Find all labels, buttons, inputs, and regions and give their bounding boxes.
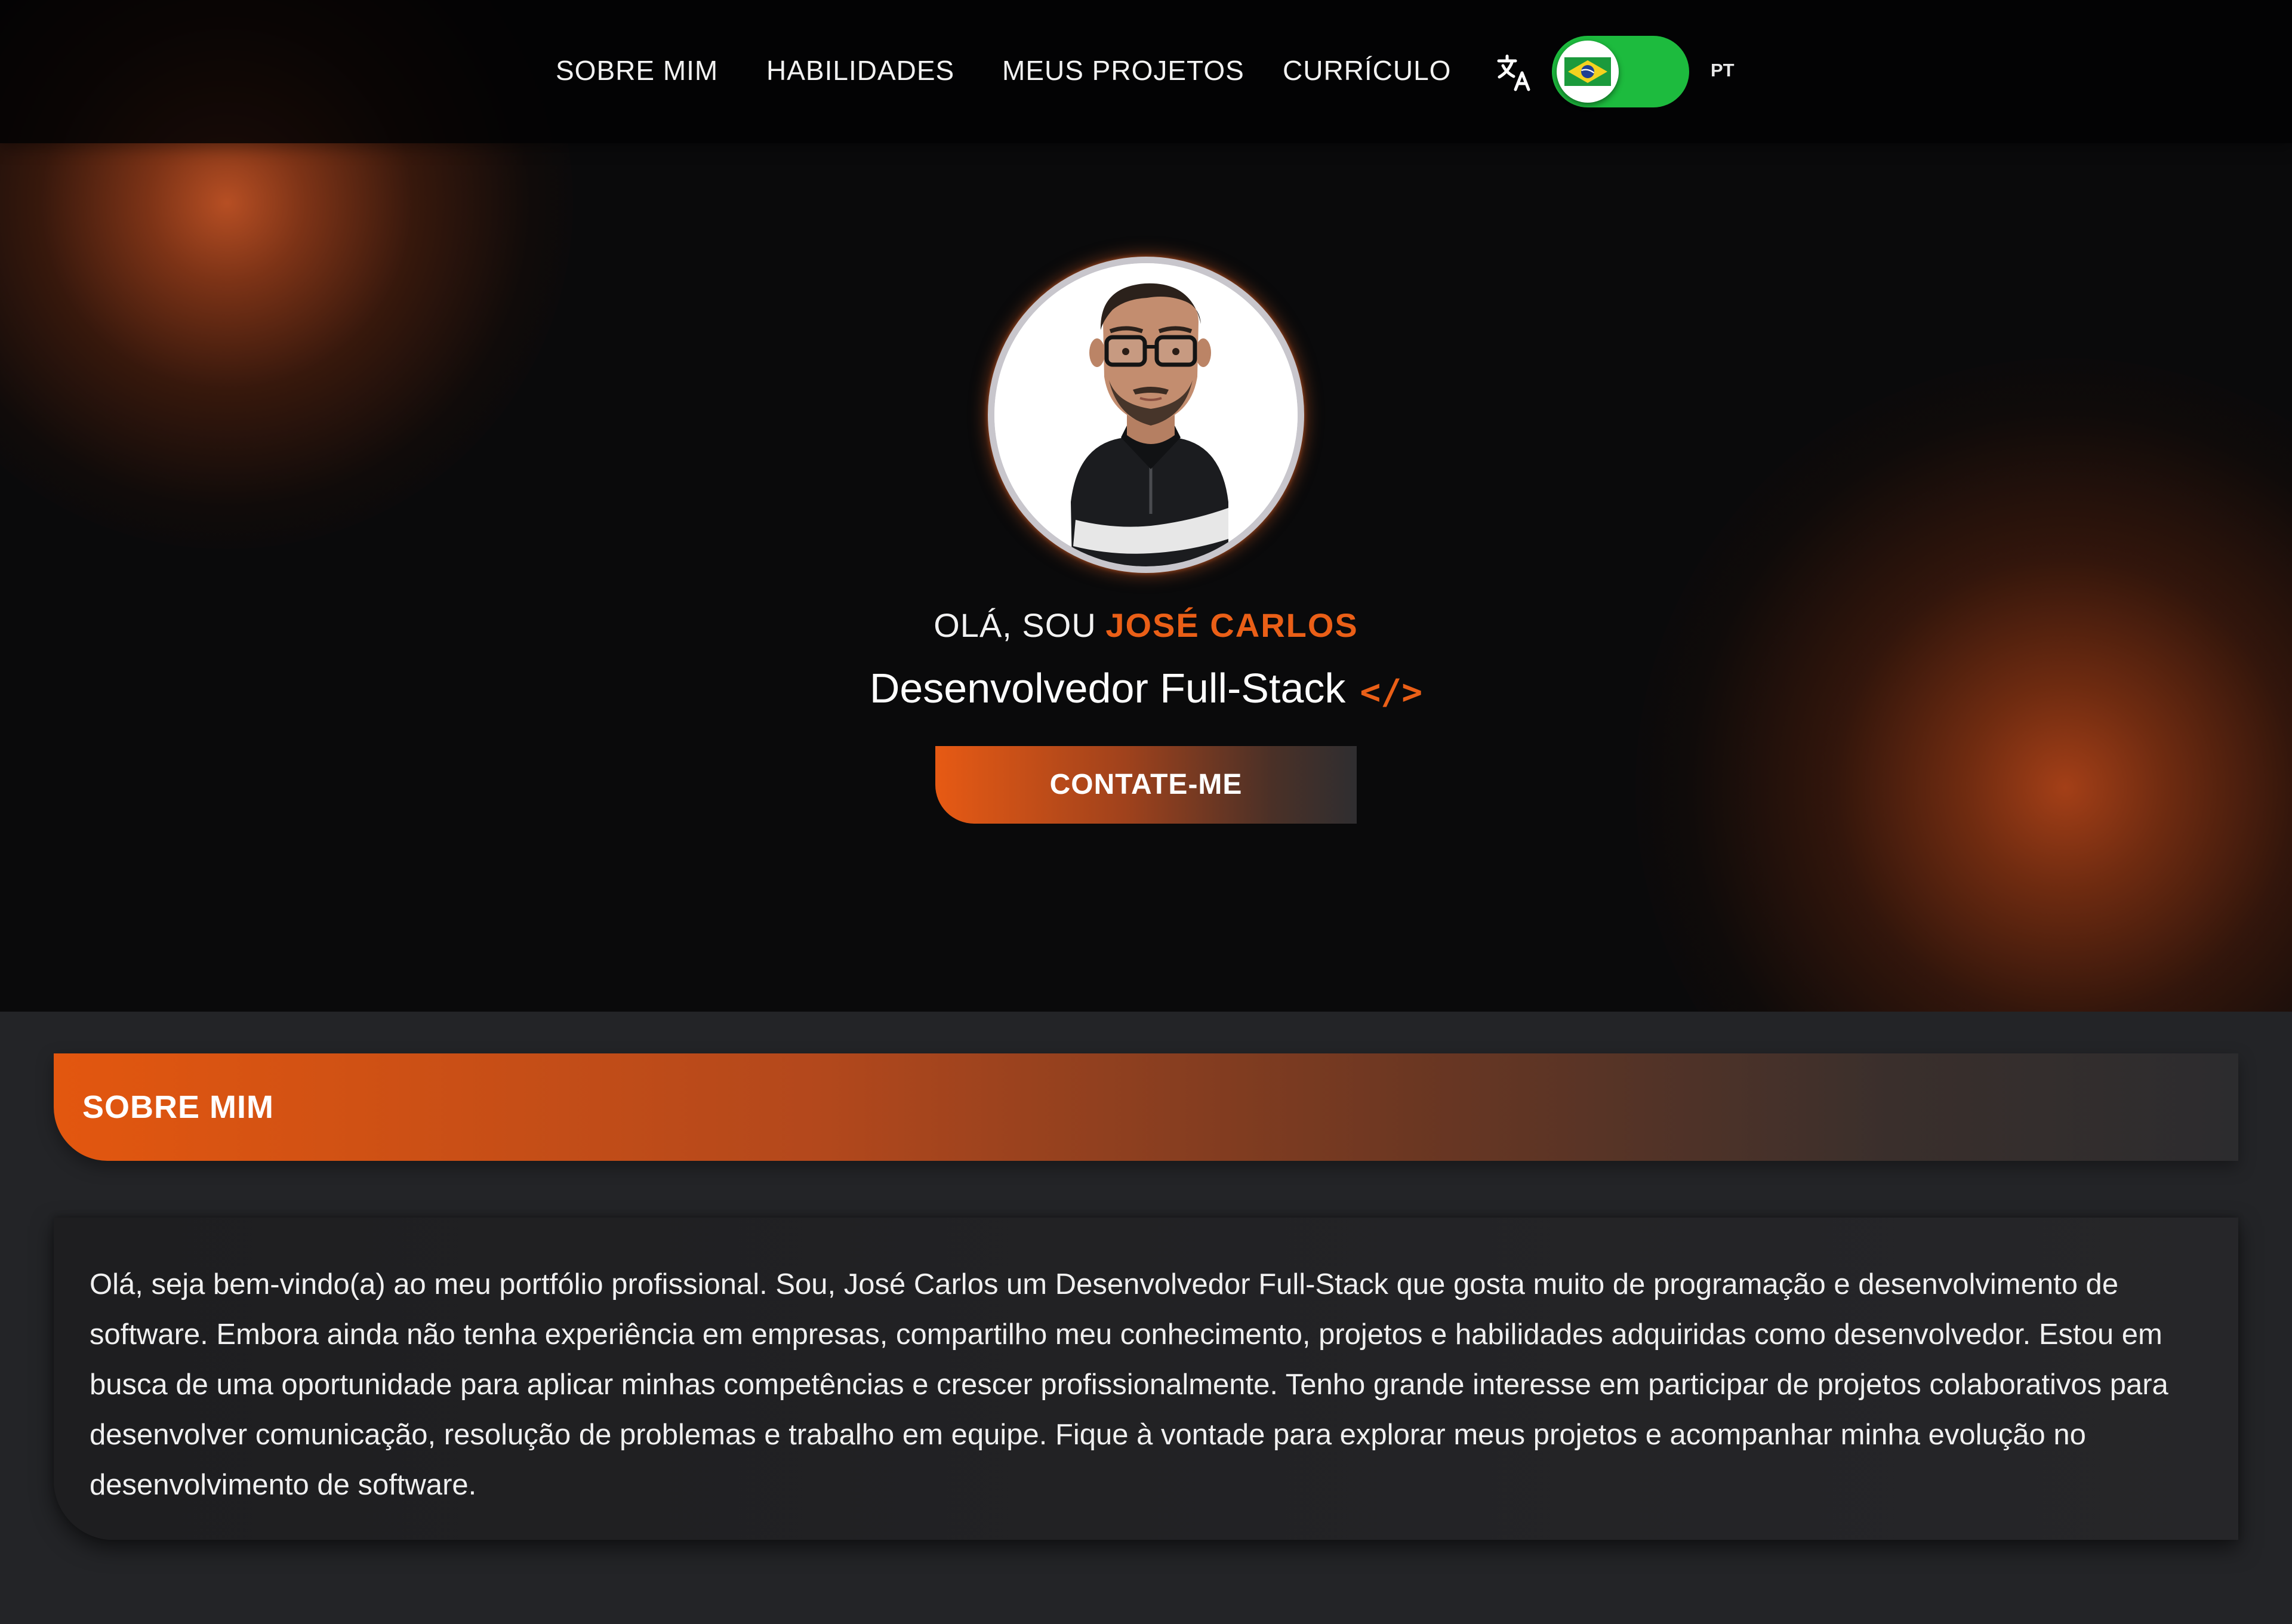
portfolio-page: SOBRE MIM HABILIDADES MEUS PROJETOS CURR… — [0, 0, 2292, 1624]
nav-link-meus-projetos[interactable]: MEUS PROJETOS — [1002, 54, 1244, 87]
nav-link-sobre-mim[interactable]: SOBRE MIM — [556, 54, 718, 87]
hero-section: SOBRE MIM HABILIDADES MEUS PROJETOS CURR… — [0, 0, 2292, 1012]
role-title: Desenvolvedor Full-Stack — [869, 665, 1346, 711]
about-card: Olá, seja bem-vindo(a) ao meu portfólio … — [54, 1218, 2238, 1540]
language-toggle[interactable] — [1552, 36, 1689, 107]
hero-name: JOSÉ CARLOS — [1105, 606, 1358, 644]
brazil-flag-icon — [1564, 57, 1611, 86]
greeting-prefix: OLÁ, SOU — [934, 606, 1096, 644]
language-toggle-knob — [1557, 41, 1619, 103]
about-text: Olá, seja bem-vindo(a) ao meu portfólio … — [90, 1268, 2168, 1501]
hero-greeting: OLÁ, SOU JOSÉ CARLOS — [0, 602, 2292, 649]
language-code-label: PT — [1711, 60, 1735, 81]
profile-avatar — [988, 257, 1304, 573]
contact-button[interactable]: CONTATE-ME — [935, 746, 1357, 824]
translate-icon — [1497, 54, 1533, 93]
about-section-header: SOBRE MIM — [54, 1053, 2238, 1161]
nav-link-habilidades[interactable]: HABILIDADES — [766, 54, 954, 87]
nav-link-curriculo[interactable]: CURRÍCULO — [1283, 54, 1451, 87]
hero-role: Desenvolvedor Full-Stack </> — [0, 661, 2292, 715]
top-navbar: SOBRE MIM HABILIDADES MEUS PROJETOS CURR… — [0, 0, 2292, 143]
code-icon: </> — [1360, 671, 1423, 712]
about-section-title: SOBRE MIM — [82, 1089, 275, 1125]
